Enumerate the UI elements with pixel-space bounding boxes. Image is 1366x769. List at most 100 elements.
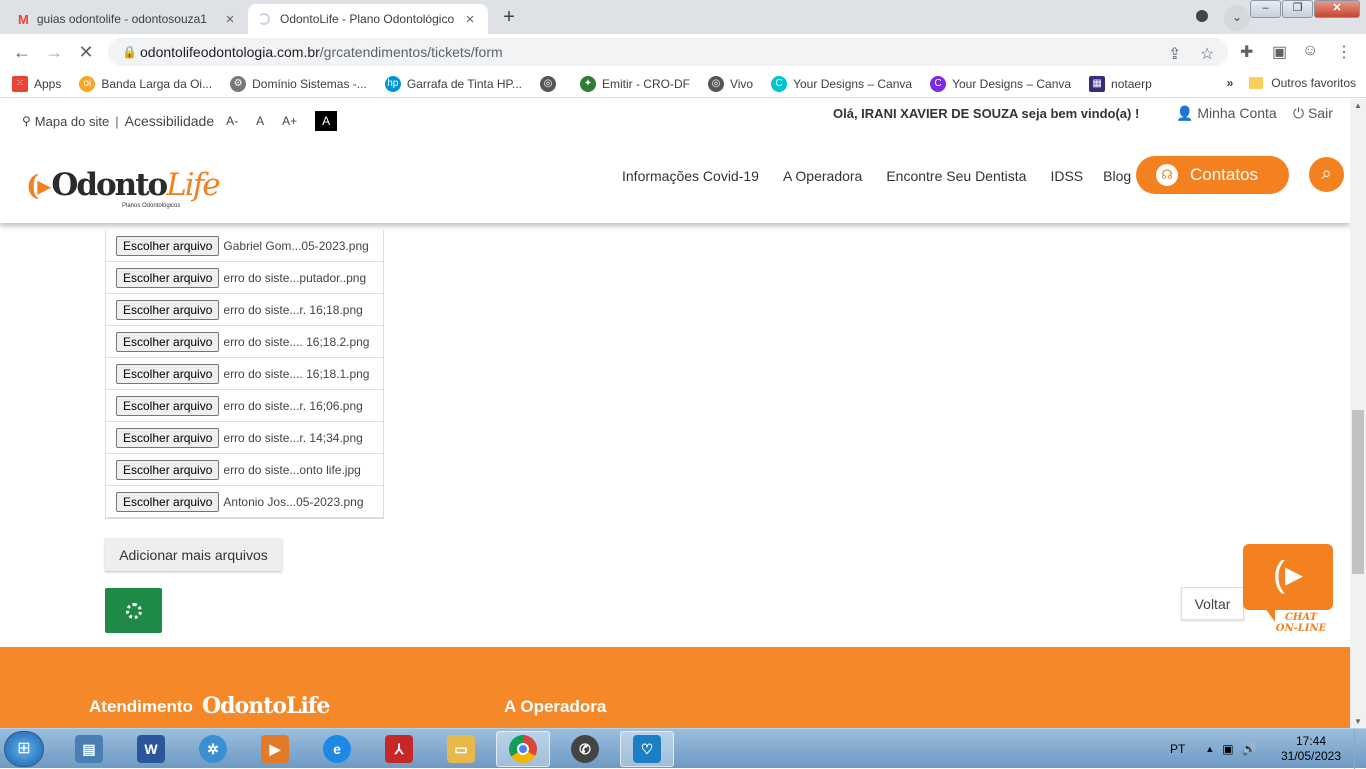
clock-time: 17:44 xyxy=(1295,734,1327,748)
nav-dentista[interactable]: Encontre Seu Dentista xyxy=(886,168,1026,184)
bookmark-cro[interactable]: ✦ Emitir - CRO-DF xyxy=(579,75,690,92)
choose-file-button[interactable]: Escolher arquivo xyxy=(116,395,220,416)
taskbar-word[interactable]: W xyxy=(124,731,178,767)
close-icon[interactable]: × xyxy=(222,11,238,28)
new-tab-button[interactable]: + xyxy=(496,6,522,30)
nav-covid[interactable]: Informações Covid-19 xyxy=(622,168,759,184)
other-bookmarks[interactable]: Outros favoritos xyxy=(1271,76,1356,90)
device-icon[interactable]: ▣ xyxy=(1222,742,1233,756)
nav-operadora[interactable]: A Operadora xyxy=(783,168,862,184)
menu-icon[interactable]: ⋮ xyxy=(1336,42,1352,62)
forward-button[interactable]: → xyxy=(38,42,70,63)
tray-expand-icon[interactable]: ▲ xyxy=(1205,744,1214,754)
choose-file-button[interactable]: Escolher arquivo xyxy=(116,491,220,512)
taskbar-explorer[interactable]: ▤ xyxy=(62,731,116,767)
taskbar-folder[interactable]: ▭ xyxy=(434,731,488,767)
back-button[interactable]: Voltar xyxy=(1181,587,1244,620)
start-button[interactable]: ⊞ xyxy=(4,731,44,767)
word-icon: W xyxy=(137,735,165,763)
stop-loading-button[interactable]: ✕ xyxy=(70,42,102,63)
choose-file-button[interactable]: Escolher arquivo xyxy=(116,459,220,480)
nav-blog[interactable]: Blog xyxy=(1103,168,1131,184)
choose-file-button[interactable]: Escolher arquivo xyxy=(116,235,220,256)
footer-logo: OdontoLife xyxy=(202,693,330,719)
address-bar[interactable]: 🔒 odontolifeodontologia.com.br/grcatendi… xyxy=(108,38,1228,66)
font-decrease-button[interactable]: A- xyxy=(226,114,238,128)
gmail-icon: M xyxy=(18,11,29,27)
file-name: erro do siste...r. 16;18.png xyxy=(223,302,363,317)
share-icon[interactable]: ⇪ xyxy=(1168,44,1181,64)
bookmark-canva-2[interactable]: C Your Designs – Canva xyxy=(930,75,1071,92)
language-indicator[interactable]: PT xyxy=(1170,742,1185,756)
choose-file-button[interactable]: Escolher arquivo xyxy=(116,267,220,288)
scroll-up-arrow[interactable]: ▲ xyxy=(1350,101,1366,110)
attachment-row: Escolher arquivo erro do siste...r. 16;06… xyxy=(106,390,383,422)
cro-icon: ✦ xyxy=(579,75,596,92)
tab-gmail[interactable]: M guias odontolife - odontosouza1 × xyxy=(8,4,248,34)
bookmark-hp[interactable]: hp Garrafa de Tinta HP... xyxy=(384,75,522,92)
contrast-button[interactable]: A xyxy=(315,111,338,131)
whatsapp-icon: ✆ xyxy=(571,735,599,763)
tab-search-button[interactable]: ⌄ xyxy=(1224,5,1250,31)
attachment-row: Escolher arquivo erro do siste...r. 16;18… xyxy=(106,294,383,326)
close-icon[interactable]: × xyxy=(462,11,478,28)
taskbar-acrobat[interactable]: ⅄ xyxy=(372,731,426,767)
bookmark-oi[interactable]: oi Banda Larga da Oi... xyxy=(79,75,212,92)
taskbar-chrome[interactable] xyxy=(496,731,550,767)
scrollbar-thumb[interactable] xyxy=(1352,410,1364,574)
accessibility-link[interactable]: Acessibilidade xyxy=(125,113,215,129)
add-more-files-button[interactable]: Adicionar mais arquivos xyxy=(105,538,282,571)
taskbar-app[interactable]: ✲ xyxy=(186,731,240,767)
url-path: /grcatendimentos/tickets/form xyxy=(319,44,503,60)
bookmark-dominio[interactable]: ⚙ Domínio Sistemas -... xyxy=(230,75,367,92)
ie-icon: e xyxy=(323,735,351,763)
odontolife-logo[interactable]: (▸OdontoLife xyxy=(26,167,221,203)
bookmark-star-icon[interactable]: ☆ xyxy=(1200,44,1214,64)
bookmark-canva-1[interactable]: C Your Designs – Canva xyxy=(771,75,912,92)
nav-idss[interactable]: IDSS xyxy=(1050,168,1083,184)
profile-icon[interactable] xyxy=(1196,10,1208,22)
side-panel-icon[interactable]: ▣ xyxy=(1272,42,1287,62)
taskbar-media[interactable]: ▶ xyxy=(248,731,302,767)
taskbar-ie[interactable]: e xyxy=(310,731,364,767)
logo-mark-icon: (▸ xyxy=(26,169,51,202)
sitemap-link[interactable]: Mapa do site xyxy=(35,114,109,129)
browser-toolbar: ← → ✕ 🔒 odontolifeodontologia.com.br/grc… xyxy=(0,34,1366,70)
back-button[interactable]: ← xyxy=(6,42,38,63)
logout-link[interactable]: ⏻ Sair xyxy=(1293,105,1333,122)
attachment-row: Escolher arquivo erro do siste...r. 14;34… xyxy=(106,422,383,454)
bookmark-vivo[interactable]: ◎ Vivo xyxy=(707,75,753,92)
search-button[interactable]: ⌕ xyxy=(1309,157,1344,192)
choose-file-button[interactable]: Escolher arquivo xyxy=(116,427,220,448)
submit-button[interactable] xyxy=(105,588,162,633)
taskbar-whatsapp[interactable]: ✆ xyxy=(558,731,612,767)
profile-avatar-icon[interactable]: ☺ xyxy=(1302,42,1318,60)
choose-file-button[interactable]: Escolher arquivo xyxy=(116,299,220,320)
bookmark-apps[interactable]: ⁙ Apps xyxy=(12,75,61,92)
window-close-button[interactable]: ✕ xyxy=(1314,0,1360,18)
bookmarks-overflow-button[interactable]: » xyxy=(1227,76,1234,90)
choose-file-button[interactable]: Escolher arquivo xyxy=(116,363,220,384)
restore-button[interactable]: ❐ xyxy=(1282,0,1313,18)
chat-online-widget[interactable]: (▸ CHAT ON-LINE xyxy=(1239,540,1337,634)
logo-subtitle: Planos Odontológicos xyxy=(122,203,181,209)
extensions-icon[interactable]: ✚ xyxy=(1240,42,1253,62)
attachment-row: Escolher arquivo erro do siste.... 16;18.… xyxy=(106,326,383,358)
minimize-button[interactable]: – xyxy=(1250,0,1281,18)
bookmark-globe[interactable]: ◎ xyxy=(539,75,562,92)
volume-icon[interactable]: 🔊 xyxy=(1242,742,1257,756)
taskbar-health-app[interactable]: ♡ xyxy=(620,731,674,767)
tab-odontolife[interactable]: OdontoLife - Plano Odontológico × xyxy=(248,4,488,34)
system-clock[interactable]: 17:44 31/05/2023 xyxy=(1276,734,1346,764)
contacts-button[interactable]: ☊ Contatos xyxy=(1136,156,1289,194)
bookmark-notaerp[interactable]: ▦ notaerp xyxy=(1089,75,1152,92)
scroll-down-arrow[interactable]: ▼ xyxy=(1350,717,1366,726)
page-scrollbar[interactable]: ▲ ▼ xyxy=(1350,99,1366,728)
my-account-link[interactable]: 👤 Minha Conta xyxy=(1176,105,1277,122)
acrobat-icon: ⅄ xyxy=(385,735,413,763)
font-increase-button[interactable]: A+ xyxy=(282,114,297,128)
show-desktop-button[interactable] xyxy=(1354,729,1366,769)
choose-file-button[interactable]: Escolher arquivo xyxy=(116,331,220,352)
hp-icon: hp xyxy=(384,75,401,92)
font-normal-button[interactable]: A xyxy=(256,114,264,128)
